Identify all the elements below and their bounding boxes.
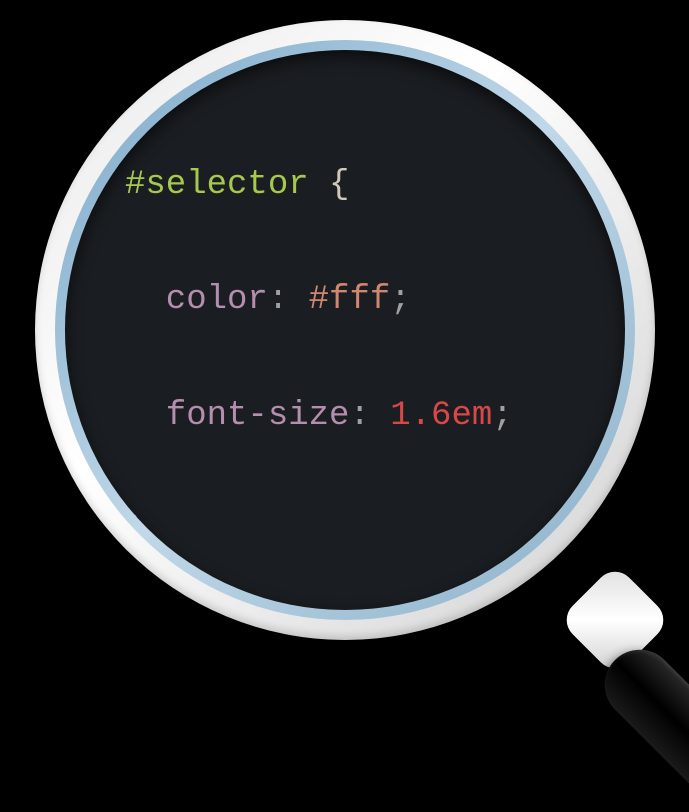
- code-value-color: #fff: [309, 281, 391, 319]
- magnifier-lens-glass: #selector { color: #fff; font-size: 1.6e…: [65, 50, 625, 610]
- code-line-color: color: #fff;: [125, 272, 513, 330]
- code-property-font-size: font-size: [166, 397, 350, 435]
- magnifier-lens-frame: #selector { color: #fff; font-size: 1.6e…: [35, 20, 655, 640]
- css-code-snippet: #selector { color: #fff; font-size: 1.6e…: [125, 99, 513, 561]
- code-semicolon: ;: [390, 281, 410, 319]
- code-brace-open: {: [329, 166, 349, 204]
- code-colon: :: [268, 281, 288, 319]
- code-selector: #selector: [125, 166, 309, 204]
- code-value-font-size: 1.6em: [390, 397, 492, 435]
- code-line-font-size: font-size: 1.6em;: [125, 388, 513, 446]
- code-colon: :: [349, 397, 369, 435]
- magnifying-glass-icon: #selector { color: #fff; font-size: 1.6e…: [35, 20, 655, 640]
- code-property-color: color: [166, 281, 268, 319]
- code-line-selector: #selector {: [125, 157, 513, 215]
- code-line-brace-close: }: [125, 503, 513, 561]
- code-semicolon: ;: [492, 397, 512, 435]
